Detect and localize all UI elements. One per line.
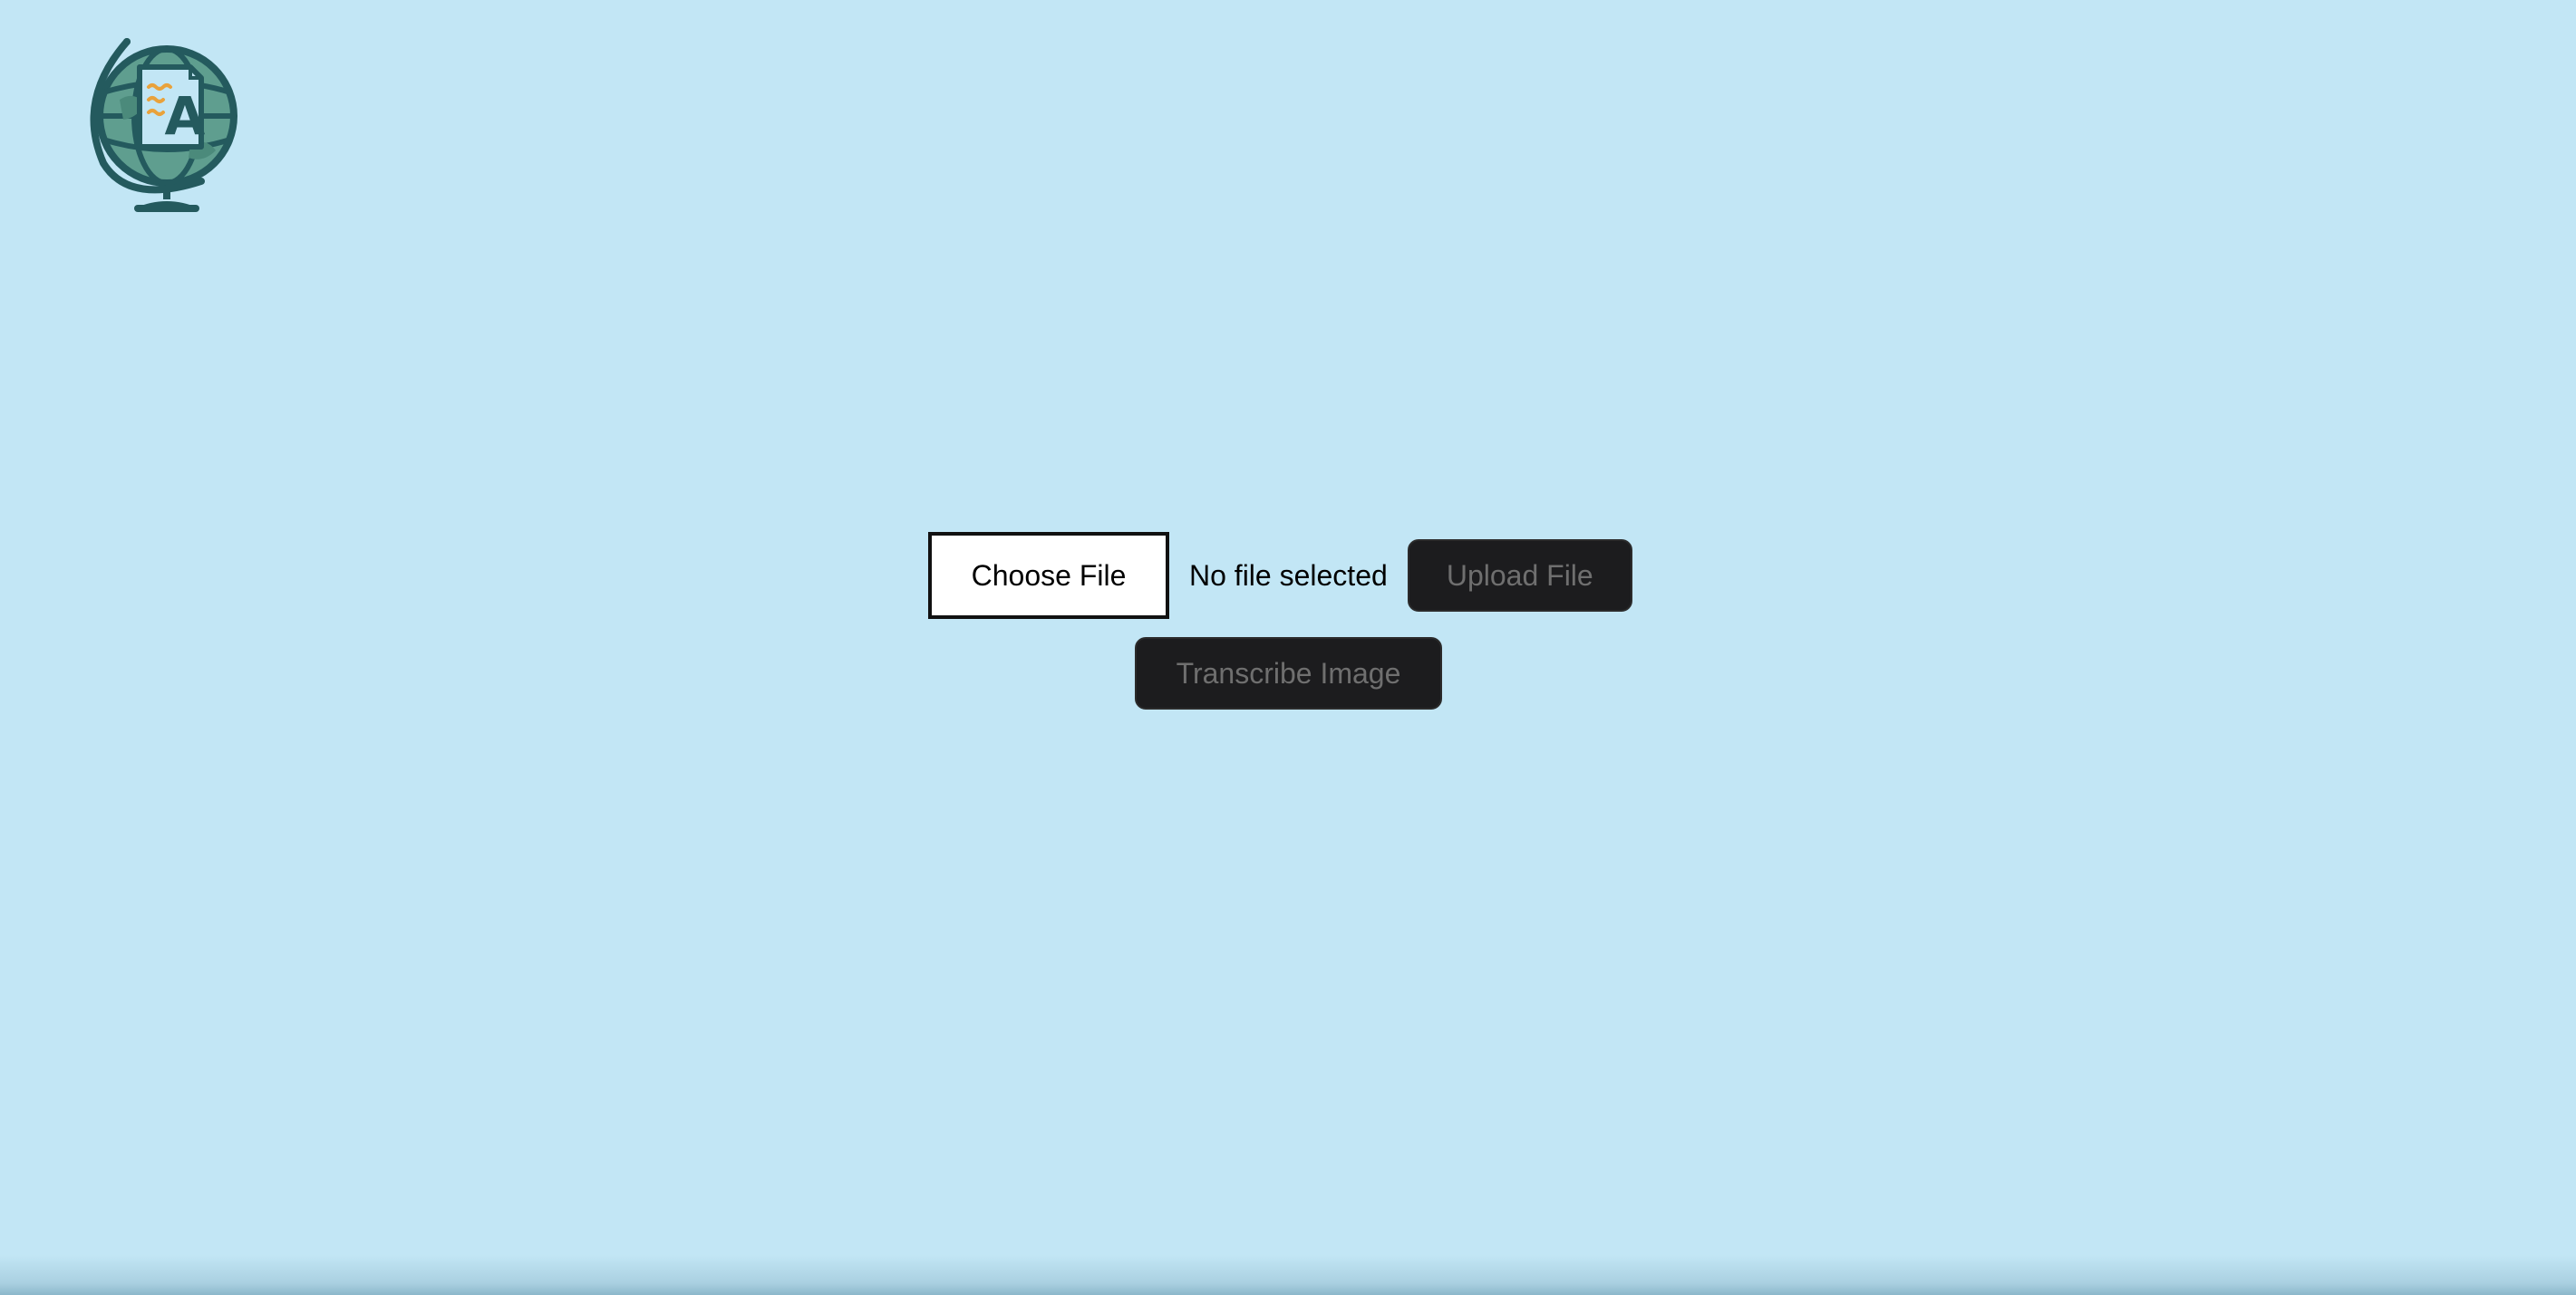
app-logo[interactable]: A: [83, 36, 239, 214]
upload-file-label: Upload File: [1446, 558, 1593, 592]
choose-file-label: Choose File: [971, 558, 1127, 592]
file-upload-row: Choose File No file selected Upload File: [928, 532, 1632, 619]
choose-file-button[interactable]: Choose File: [928, 532, 1169, 619]
logo-letter: A: [165, 85, 206, 147]
file-status-text: No file selected: [1189, 558, 1388, 592]
page: A Choose File No file selected Upload Fi…: [0, 0, 2576, 1295]
transcribe-image-button[interactable]: Transcribe Image: [1135, 637, 1442, 710]
bottom-edge-shadow: [0, 1255, 2576, 1295]
globe-document-icon: A: [90, 38, 237, 212]
upload-file-button[interactable]: Upload File: [1407, 539, 1632, 612]
transcribe-image-label: Transcribe Image: [1176, 656, 1401, 690]
